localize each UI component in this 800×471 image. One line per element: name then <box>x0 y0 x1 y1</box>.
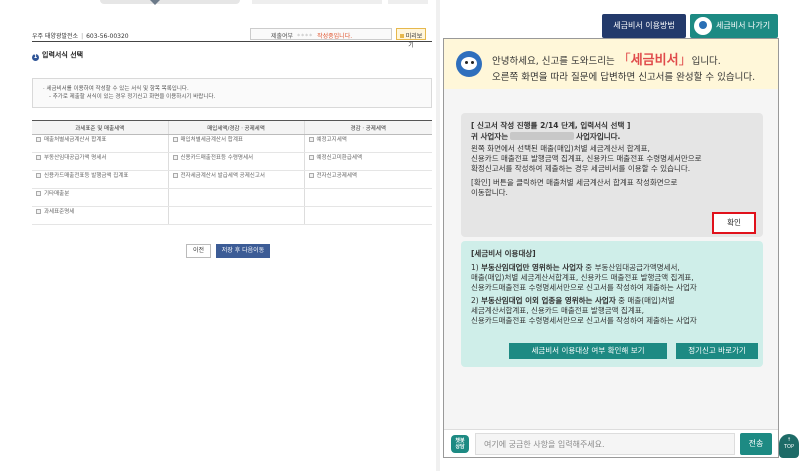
checkbox[interactable] <box>308 155 314 160</box>
status-masked: **** <box>297 33 314 40</box>
table-cell: 기타매출분 <box>32 188 168 207</box>
chat-panel: 안녕하세요, 신고를 도와드리는 「세금비서」입니다. 오른쪽 화면을 따라 질… <box>443 38 779 458</box>
scroll-top-button[interactable]: ↑ TOP <box>779 434 799 458</box>
form-selection-table: 과세표준 및 매출세액 매입세액/경감ㆍ공제세액 경감ㆍ공제세액 매출처별세금계… <box>32 120 432 225</box>
column-header: 매입세액/경감ㆍ공제세액 <box>167 120 304 135</box>
confirm-button[interactable]: 확인 <box>712 212 756 234</box>
form-item-label: 매출처별세금계산서 합계표 <box>44 137 107 143</box>
step-number-icon: 1 <box>32 54 39 61</box>
message-text: [확인] 버튼을 클릭하면 매출처별 세금계산서 합계표 작성화면으로 이동합니… <box>471 178 678 197</box>
tab-indicator-icon <box>150 0 160 5</box>
progress-title: [ 신고서 작성 진행률 2/14 단계, 입력서식 선택 ] <box>471 121 631 130</box>
eligibility-item: 1) 부동산임대업만 영위하는 사업자 중 부동산임대공급가액명세서, 매출(매… <box>471 263 697 292</box>
table-cell: 신용카드매출전표등 수령명세서 <box>167 152 304 171</box>
eligibility-item: 2) 부동산임대업 이외 업종을 영위하는 사업자 중 매출(매입)처별 세금계… <box>471 296 697 325</box>
table-cell: 전자세금계산서 발급세액 공제신고서 <box>167 170 304 189</box>
checkbox[interactable] <box>308 137 314 142</box>
table-cell: 신용카드매출전표등 발행금액 집계표 <box>32 170 168 189</box>
form-item-label: 신용카드매출전표등 발행금액 집계표 <box>44 173 129 179</box>
greeting-line: 오른쪽 화면을 따라 질문에 답변하면 신고서를 완성할 수 있습니다. <box>492 72 756 83</box>
business-info-row: 우주 태양광발전소 | 603-56-00320 제출여부 **** 작성중입니다. 미… <box>32 28 432 49</box>
form-item-label: 전자세금계산서 발급세액 공제신고서 <box>180 173 265 179</box>
checkbox[interactable] <box>172 155 178 160</box>
eligibility-title: [세금비서 이용대상] <box>471 249 536 258</box>
notice-box: · 세금비서를 이용하여 작성할 수 있는 서식 및 항목 목록입니다. - 추… <box>32 78 432 108</box>
divider <box>32 41 432 42</box>
status-label: 제출여부 <box>271 33 294 40</box>
chatbot-icon[interactable]: 챗봇 상담 <box>451 435 469 453</box>
preview-button[interactable]: 미리보기 <box>396 28 426 49</box>
top-tab-3[interactable] <box>388 0 428 4</box>
checkbox[interactable] <box>172 173 178 178</box>
prev-button[interactable]: 이전 <box>186 244 211 258</box>
notice-line: - 추가로 제출할 서식이 있는 경우 정기신고 화면을 이용하시기 바랍니다. <box>49 94 216 100</box>
table-row: 부동산임대공급가액 명세서 신용카드매출전표등 수령명세서 예정신고미환급세액 <box>32 152 432 171</box>
column-header: 경감ㆍ공제세액 <box>303 120 432 135</box>
checkbox[interactable] <box>36 155 41 160</box>
send-button[interactable]: 전송 <box>740 433 772 455</box>
notice-line: · 세금비서를 이용하여 작성할 수 있는 서식 및 항목 목록입니다. <box>43 86 189 92</box>
business-type-line: 귀 사업자는 사업자입니다. <box>471 132 621 141</box>
table-row: 신용카드매출전표등 발행금액 집계표 전자세금계산서 발급세액 공제신고서 전자신고… <box>32 170 432 189</box>
status-value: 작성중입니다. <box>317 33 353 40</box>
table-row: 과세표준명세 <box>32 206 432 225</box>
business-name: 우주 태양광발전소 <box>32 33 79 40</box>
masked-business-type <box>510 132 575 140</box>
assistant-avatar-icon <box>694 17 712 35</box>
table-cell <box>303 206 432 225</box>
submission-status: 제출여부 **** 작성중입니다. <box>250 28 392 40</box>
form-item-label: 예정고지세액 <box>316 137 347 143</box>
check-eligibility-button[interactable]: 세금비서 이용대상 여부 확인해 보기 <box>509 343 667 359</box>
checkbox[interactable] <box>36 173 41 178</box>
chat-input[interactable] <box>475 433 735 455</box>
table-cell: 예정고지세액 <box>303 134 432 153</box>
mascot-icon <box>454 47 484 81</box>
form-item-label: 신용카드매출전표등 수령명세서 <box>180 155 254 161</box>
exit-assistant-button[interactable]: 세금비서 나가기 <box>690 14 778 38</box>
checkbox[interactable] <box>36 191 41 196</box>
business-number: 603-56-00320 <box>86 33 129 40</box>
preview-icon <box>399 34 404 38</box>
table-cell <box>167 206 304 225</box>
table-cell: 매출처별세금계산서 합계표 <box>32 134 168 153</box>
form-item-label: 예정신고미환급세액 <box>316 155 363 161</box>
section-title: 1 입력서식 선택 <box>32 51 84 61</box>
form-panel: 우주 태양광발전소 | 603-56-00320 제출여부 **** 작성중입니다. 미… <box>0 0 432 471</box>
table-cell: 부동산임대공급가액 명세서 <box>32 152 168 171</box>
greeting-banner: 안녕하세요, 신고를 도와드리는 「세금비서」입니다. 오른쪽 화면을 따라 질… <box>444 39 778 89</box>
chat-input-bar: 챗봇 상담 전송 <box>444 429 778 457</box>
column-header: 과세표준 및 매출세액 <box>32 120 168 135</box>
form-item-label: 기타매출분 <box>44 191 70 197</box>
eligibility-card: [세금비서 이용대상] 1) 부동산임대업만 영위하는 사업자 중 부동산임대공… <box>461 241 763 367</box>
message-text: 왼쪽 화면에서 선택된 매출(매입)처별 세금계산서 합계표, 신용카드 매출전… <box>471 144 702 173</box>
form-item-label: 매입처별세금계산서 합계표 <box>180 137 243 143</box>
arrow-up-icon: ↑ <box>786 437 792 443</box>
panel-divider <box>436 0 440 471</box>
form-item-label: 과세표준명세 <box>44 209 75 215</box>
table-cell: 매입처별세금계산서 합계표 <box>167 134 304 153</box>
checkbox[interactable] <box>36 137 41 142</box>
table-cell <box>303 188 432 207</box>
regular-filing-button[interactable]: 정기신고 바로가기 <box>676 343 758 359</box>
form-item-label: 부동산임대공급가액 명세서 <box>44 155 107 161</box>
checkbox[interactable] <box>308 173 314 178</box>
top-tab[interactable] <box>100 0 240 4</box>
table-row: 기타매출분 <box>32 188 432 207</box>
checkbox[interactable] <box>36 209 41 214</box>
greeting-line: 안녕하세요, 신고를 도와드리는 「세금비서」입니다. <box>492 53 721 68</box>
form-item-label: 전자신고공제세액 <box>316 173 357 179</box>
table-cell <box>167 188 304 207</box>
top-tab-2[interactable] <box>252 0 382 4</box>
table-cell: 전자신고공제세액 <box>303 170 432 189</box>
brand-name: 세금비서 <box>630 53 679 68</box>
save-next-button[interactable]: 저장 후 다음이동 <box>216 244 270 258</box>
checkbox[interactable] <box>172 137 178 142</box>
table-row: 매출처별세금계산서 합계표 매입처별세금계산서 합계표 예정고지세액 <box>32 134 432 153</box>
table-cell: 예정신고미환급세액 <box>303 152 432 171</box>
table-cell: 과세표준명세 <box>32 206 168 225</box>
usage-guide-button[interactable]: 세금비서 이용방법 <box>602 14 686 38</box>
